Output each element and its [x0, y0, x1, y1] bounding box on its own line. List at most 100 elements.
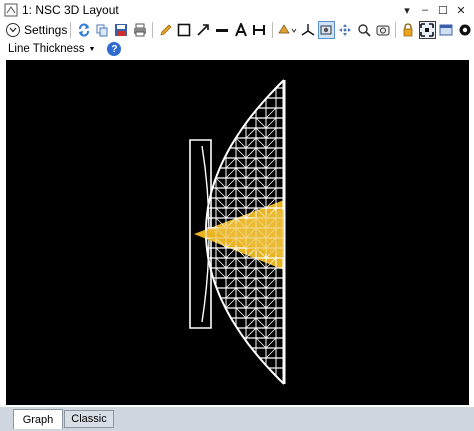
mesh-diagonal [245, 257, 257, 269]
mesh-diagonal [225, 277, 237, 289]
screenshot-icon[interactable] [374, 21, 391, 39]
rectangle-icon[interactable] [176, 21, 193, 39]
mesh-diagonal [265, 137, 277, 149]
mesh-diagonal [265, 167, 277, 179]
help-icon[interactable]: ? [107, 42, 122, 56]
copy-icon[interactable] [94, 21, 111, 39]
mesh-diagonal [225, 167, 237, 179]
layout-canvas[interactable] [6, 60, 469, 405]
toolbar-separator [271, 22, 273, 38]
mesh-diagonal [255, 317, 267, 329]
refresh-icon[interactable] [75, 21, 92, 39]
mesh-diagonal [245, 277, 257, 289]
mesh-diagonal [245, 197, 257, 209]
window-title: 1: NSC 3D Layout [22, 3, 119, 17]
mesh-diagonal [255, 167, 267, 179]
dimension-icon[interactable] [251, 21, 268, 39]
mesh-diagonal [255, 137, 267, 149]
mesh-diagonal [225, 187, 237, 199]
mesh-diagonal [225, 297, 237, 309]
layout-drawing [189, 79, 286, 385]
mesh-diagonal [265, 347, 277, 359]
arrow-icon[interactable] [195, 21, 212, 39]
window-icon[interactable] [438, 21, 455, 39]
mesh-diagonal [255, 187, 267, 199]
secondary-toolbar: Line Thickness ▼ ? [0, 40, 474, 58]
mesh-diagonal [235, 277, 247, 289]
mesh-diagonal [255, 327, 267, 339]
mesh-diagonal [225, 197, 237, 209]
mesh-diagonal [245, 317, 257, 329]
mesh-diagonal [215, 247, 227, 259]
mesh-diagonal [235, 197, 247, 209]
mesh-diagonal [215, 267, 227, 279]
mesh-diagonal [255, 147, 267, 159]
mesh-diagonal [235, 147, 247, 159]
text-icon[interactable] [232, 21, 249, 39]
toolbar-separator [395, 22, 396, 38]
mesh-diagonal [265, 307, 277, 319]
window-titlebar: 1: NSC 3D Layout ▾ – ☐ ✕ [0, 0, 474, 20]
mesh-diagonal [235, 137, 247, 149]
mesh-diagonal [255, 297, 267, 309]
mesh-diagonal [245, 137, 257, 149]
tab-graph[interactable]: Graph [13, 409, 63, 429]
mesh-diagonal [255, 267, 267, 279]
move-icon[interactable] [337, 21, 354, 39]
window-menu-button[interactable]: ▾ [398, 1, 416, 19]
mesh-diagonal [215, 187, 227, 199]
settings-button[interactable]: Settings [6, 21, 67, 39]
mesh-diagonal [255, 117, 267, 129]
line-thickness-label: Line Thickness [8, 43, 85, 55]
mesh-diagonal [215, 207, 227, 219]
print-icon[interactable] [132, 21, 149, 39]
mesh-diagonal [265, 317, 277, 329]
mesh-diagonal [235, 167, 247, 179]
mesh-diagonal [245, 187, 257, 199]
mesh-diagonal [235, 157, 247, 169]
mesh-diagonal [235, 177, 247, 189]
mesh-diagonal [235, 257, 247, 269]
rotate-dropdown-icon[interactable] [277, 21, 297, 39]
mesh-diagonal [265, 277, 277, 289]
mesh-diagonal [215, 197, 227, 209]
mesh-diagonal [265, 287, 277, 299]
mesh-diagonal [265, 267, 277, 279]
line-thickness-dropdown[interactable]: Line Thickness ▼ [8, 43, 95, 55]
mesh-diagonal [245, 167, 257, 179]
toolbar-separator [152, 22, 154, 38]
mesh-diagonal [245, 307, 257, 319]
mesh-diagonal [245, 147, 257, 159]
mesh-diagonal [265, 297, 277, 309]
mesh-diagonal [245, 177, 257, 189]
axes-icon[interactable] [299, 21, 316, 39]
line-icon[interactable] [213, 21, 230, 39]
mesh-diagonal [215, 257, 227, 269]
mesh-diagonal [255, 277, 267, 289]
mesh-diagonal [265, 327, 277, 339]
chevron-circle-icon [6, 23, 20, 37]
close-button[interactable]: ✕ [452, 1, 470, 19]
maximize-button[interactable]: ☐ [434, 1, 452, 19]
tab-classic[interactable]: Classic [64, 410, 114, 428]
mesh-diagonal [245, 127, 257, 139]
mesh-diagonal [245, 327, 257, 339]
toolbar-separator [70, 22, 72, 38]
mesh-diagonal [265, 157, 277, 169]
fit-icon[interactable] [418, 21, 436, 39]
mesh-diagonal [225, 257, 237, 269]
mesh-diagonal [225, 267, 237, 279]
mesh-diagonal [255, 177, 267, 189]
minimize-button[interactable]: – [416, 1, 434, 19]
lock-icon[interactable] [400, 21, 417, 39]
mesh-diagonal [255, 157, 267, 169]
mesh-diagonal [265, 187, 277, 199]
settings-gear-icon[interactable] [456, 21, 473, 39]
mesh-diagonal [235, 187, 247, 199]
camera-icon[interactable] [317, 21, 335, 39]
pencil-icon[interactable] [157, 21, 174, 39]
mesh-diagonal [235, 267, 247, 279]
zoom-icon[interactable] [356, 21, 373, 39]
mesh-diagonal [255, 287, 267, 299]
save-icon[interactable] [113, 21, 130, 39]
